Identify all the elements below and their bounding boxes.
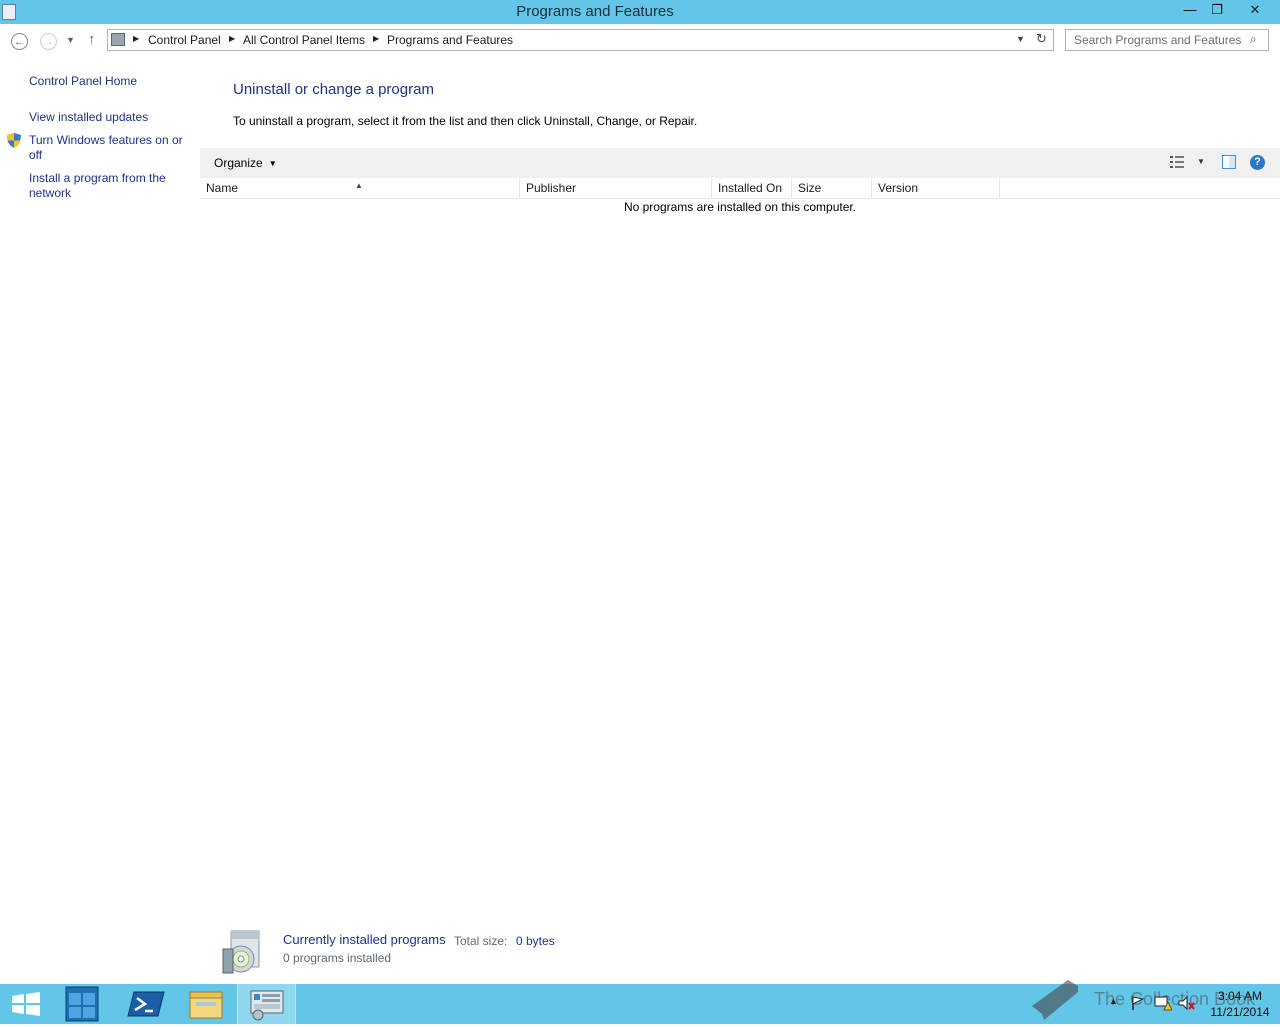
recent-locations-chevron-icon[interactable]: ▼	[66, 35, 75, 45]
back-button[interactable]: ←	[11, 33, 28, 50]
installed-programs-icon	[222, 930, 260, 974]
total-size-value: 0 bytes	[516, 934, 555, 948]
column-header-name[interactable]: Name ▲	[200, 179, 520, 198]
action-center-flag-icon[interactable]	[1130, 995, 1146, 1011]
clock-date[interactable]: 11/21/2014	[1207, 1005, 1273, 1019]
breadcrumb-programs-and-features[interactable]: Programs and Features	[387, 33, 513, 47]
minimize-button[interactable]: —	[1177, 0, 1203, 20]
column-header-version[interactable]: Version	[872, 179, 1000, 198]
book-watermark-icon	[1032, 980, 1078, 1020]
file-explorer-icon[interactable]	[176, 984, 234, 1024]
turn-windows-features-link[interactable]: Turn Windows features on or off	[29, 133, 189, 163]
address-bar[interactable]: ▶ Control Panel ▶ All Control Panel Item…	[107, 29, 1054, 51]
maximize-button[interactable]: ❐	[1204, 0, 1230, 20]
breadcrumb-control-panel[interactable]: Control Panel	[148, 33, 221, 47]
chevron-down-icon: ▼	[268, 159, 277, 168]
column-header-publisher[interactable]: Publisher	[520, 179, 712, 198]
details-title: Currently installed programs	[283, 932, 446, 947]
toolbar: Organize ▼ ▼ ?	[200, 148, 1280, 178]
server-manager-icon[interactable]	[60, 984, 118, 1024]
organize-button[interactable]: Organize ▼	[214, 156, 277, 170]
address-dropdown-chevron-icon[interactable]: ▼	[1016, 34, 1025, 44]
start-button-windows-icon[interactable]	[0, 984, 58, 1024]
column-header-row: Name ▲ Publisher Installed On Size Versi…	[200, 179, 1280, 199]
page-title: Uninstall or change a program	[233, 81, 434, 98]
powershell-icon[interactable]	[118, 984, 176, 1024]
forward-button[interactable]: →	[40, 33, 57, 50]
search-box[interactable]: ⌕	[1065, 29, 1269, 51]
column-header-installed-on[interactable]: Installed On	[712, 179, 792, 198]
title-bar[interactable]: Programs and Features — ❐ ✕	[0, 0, 1280, 24]
control-panel-location-icon	[111, 33, 125, 46]
view-options-chevron-icon[interactable]: ▼	[1197, 157, 1205, 166]
search-input[interactable]	[1066, 30, 1254, 50]
details-view-icon[interactable]	[1170, 156, 1184, 168]
organize-label: Organize	[214, 156, 263, 170]
control-panel-home-link[interactable]: Control Panel Home	[29, 74, 137, 89]
clock-time[interactable]: 3:04 AM	[1207, 989, 1273, 1003]
up-arrow-icon[interactable]: ↑	[88, 31, 96, 48]
show-hidden-icons-chevron-icon[interactable]: ▲	[1109, 996, 1118, 1006]
sort-ascending-icon: ▲	[355, 181, 363, 190]
empty-list-message: No programs are installed on this comput…	[623, 200, 857, 214]
control-panel-taskbar-button[interactable]	[237, 984, 296, 1024]
page-description: To uninstall a program, select it from t…	[233, 114, 698, 128]
volume-muted-icon[interactable]	[1177, 995, 1195, 1011]
network-warning-icon[interactable]	[1154, 995, 1172, 1011]
help-icon[interactable]: ?	[1250, 155, 1265, 170]
window-title: Programs and Features	[516, 3, 674, 20]
refresh-icon[interactable]: ↻	[1036, 31, 1047, 47]
shield-icon	[7, 133, 21, 148]
close-button[interactable]: ✕	[1232, 0, 1278, 20]
taskbar: The Collection Book ▲ 3:04 AM 11/21/2014	[0, 980, 1280, 1024]
install-program-from-network-link[interactable]: Install a program from the network	[29, 171, 179, 201]
breadcrumb-all-control-panel-items[interactable]: All Control Panel Items	[243, 33, 365, 47]
total-size-label: Total size:	[454, 934, 508, 948]
column-name-label: Name	[206, 181, 239, 195]
breadcrumb-separator-icon[interactable]: ▶	[373, 34, 379, 43]
search-icon[interactable]: ⌕	[1250, 32, 1257, 47]
column-header-size[interactable]: Size	[792, 179, 872, 198]
control-panel-icon	[250, 990, 284, 1021]
preview-pane-icon[interactable]	[1222, 155, 1236, 169]
view-installed-updates-link[interactable]: View installed updates	[29, 110, 148, 125]
breadcrumb-separator-icon[interactable]: ▶	[133, 34, 139, 43]
programs-count: 0 programs installed	[283, 951, 392, 965]
breadcrumb-separator-icon[interactable]: ▶	[229, 34, 235, 43]
